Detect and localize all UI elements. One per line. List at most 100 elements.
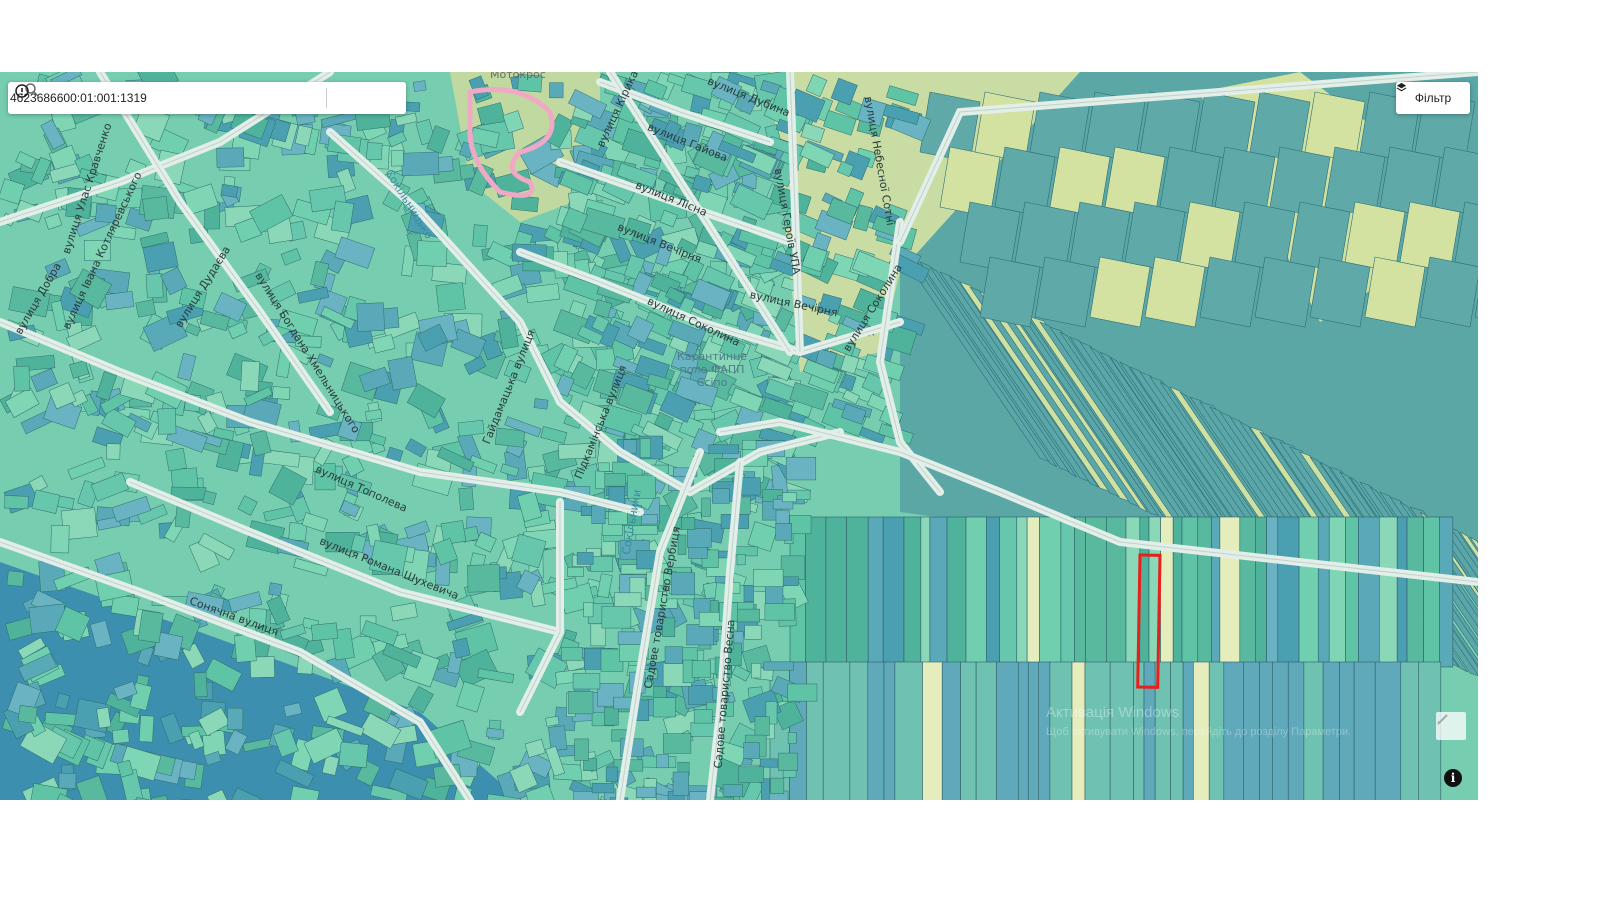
parcel <box>681 517 696 530</box>
parcel <box>1027 661 1039 800</box>
parcel <box>614 592 642 607</box>
parcel <box>691 660 712 678</box>
parcel <box>929 516 948 668</box>
parcel <box>1172 516 1183 668</box>
parcel <box>805 516 827 668</box>
parcel <box>1139 516 1150 668</box>
parcel <box>1199 256 1261 328</box>
parcel <box>494 427 526 448</box>
parcel <box>604 706 619 726</box>
parcel <box>572 672 601 690</box>
parcel <box>867 661 885 800</box>
parcel <box>601 605 632 629</box>
parcel <box>591 504 606 524</box>
parcel <box>216 147 245 168</box>
parcel <box>356 302 385 332</box>
search-box[interactable] <box>8 82 406 114</box>
parcel <box>1406 516 1424 668</box>
os-watermark: Активація Windows <box>1046 704 1180 721</box>
parcel <box>268 582 283 597</box>
parcel <box>580 505 593 516</box>
parcel <box>1400 661 1419 800</box>
search-input[interactable] <box>8 90 322 106</box>
parcel <box>137 610 164 644</box>
parcel <box>435 282 466 313</box>
street-label: Мотокрос <box>490 72 546 81</box>
parcel <box>787 683 818 702</box>
parcel <box>1016 516 1028 668</box>
edit-button[interactable] <box>1436 712 1466 740</box>
parcel <box>467 564 501 593</box>
parcel <box>6 570 25 587</box>
parcel <box>310 622 339 641</box>
filter-button-label: Фільтр <box>1414 91 1452 105</box>
parcel <box>687 528 712 548</box>
parcel <box>1374 661 1402 800</box>
parcel <box>701 497 711 517</box>
parcel <box>664 646 683 665</box>
parcel <box>574 738 589 761</box>
filter-button[interactable]: Фільтр <box>1396 82 1470 114</box>
parcel <box>825 516 847 668</box>
parcel <box>157 408 177 435</box>
parcel <box>753 569 784 587</box>
parcel <box>903 516 922 668</box>
parcel <box>96 707 112 729</box>
parcel <box>1309 256 1371 328</box>
parcel <box>50 525 70 554</box>
parcel <box>602 473 626 487</box>
parcel <box>485 727 505 740</box>
parcel <box>1144 256 1206 328</box>
parcel <box>401 151 440 177</box>
parcel <box>240 360 260 392</box>
parcel <box>789 515 812 535</box>
parcel <box>996 661 1019 800</box>
parcel <box>4 495 29 510</box>
map-info-icon[interactable]: i <box>1444 769 1462 787</box>
parcel <box>1255 516 1267 668</box>
parcel <box>1419 256 1478 328</box>
parcel <box>787 732 797 744</box>
parcel <box>1026 516 1040 668</box>
parcel <box>591 782 615 794</box>
parcel <box>106 443 121 460</box>
parcel <box>975 661 997 800</box>
parcel <box>1328 516 1346 668</box>
parcel <box>567 691 594 715</box>
parcel <box>472 224 488 248</box>
parcel <box>849 661 869 800</box>
parcel <box>708 444 739 454</box>
os-watermark-detail: Щоб активувати Windows, перейдіть до роз… <box>1046 726 1352 738</box>
parcel <box>763 661 794 671</box>
parcel <box>894 661 923 800</box>
parcel <box>965 516 987 668</box>
parcel <box>104 290 135 311</box>
parcel <box>548 725 568 752</box>
info-circle-icon[interactable] <box>13 82 31 100</box>
parcel <box>986 516 1000 668</box>
layers-icon <box>1396 82 1407 92</box>
parcel <box>13 365 31 392</box>
parcel <box>1298 516 1319 668</box>
parcel <box>743 585 754 602</box>
parcel <box>635 786 656 798</box>
parcel <box>754 716 770 737</box>
parcel <box>193 672 208 698</box>
parcel <box>58 772 77 789</box>
place-label: Карантинне поле ФАПП Єсіпо <box>676 350 748 389</box>
parcel <box>545 715 560 727</box>
parcel <box>457 419 485 437</box>
parcel <box>1039 516 1062 668</box>
parcel <box>567 566 584 577</box>
parcel <box>1197 516 1212 668</box>
parcel <box>670 572 695 596</box>
parcel <box>782 492 797 503</box>
parcel <box>743 742 760 759</box>
parcel <box>1358 516 1380 668</box>
map-canvas[interactable] <box>0 72 1478 800</box>
cadastral-map[interactable]: Мотокрос вулиця Улас Кравченко вулиця Ів… <box>0 72 1478 800</box>
parcel <box>662 733 692 754</box>
parcel <box>785 456 817 481</box>
parcel <box>882 516 905 668</box>
parcel <box>999 516 1018 668</box>
